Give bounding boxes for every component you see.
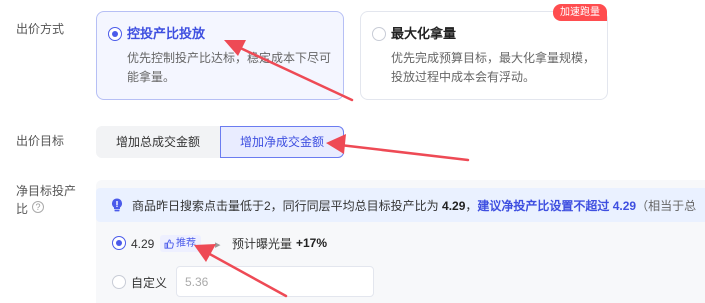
lightbulb-icon — [112, 198, 122, 212]
option-desc-max-volume: 优先完成预算目标，最大化拿量规模， 投放过程中成本会有浮动。 — [391, 51, 596, 84]
radio-roi-control[interactable] — [108, 27, 122, 41]
exposure-label: 预计曝光量 — [232, 237, 293, 251]
bid-method-label: 出价方式 — [16, 22, 65, 36]
tip-bar: 商品昨日搜索点击量低于2，同行同层平均总目标投产比为 4.29，建议净投产比设置… — [96, 188, 705, 222]
custom-roi-input[interactable] — [176, 266, 374, 297]
segment-total-gmv[interactable]: 增加总成交金额 — [96, 126, 220, 158]
separator-dot: ▸ — [215, 239, 221, 251]
net-roi-label: 净目标投产 比 — [16, 184, 77, 216]
option-card-roi-control[interactable]: 控投产比投放 优先控制投产比达标，稳定成本下尽可 能拿量。 — [96, 11, 344, 100]
radio-custom-roi[interactable] — [112, 275, 126, 289]
segment-net-gmv[interactable]: 增加净成交金额 — [220, 126, 344, 158]
radio-recommended-roi[interactable] — [112, 236, 126, 250]
custom-roi-label: 自定义 — [131, 276, 168, 290]
tip-text: 商品昨日搜索点击量低于2，同行同层平均总目标投产比为 4.29，建议净投产比设置… — [132, 199, 697, 213]
recommended-roi-value: 4.29 — [131, 237, 155, 251]
tip-value: 4.29 — [442, 199, 466, 213]
bid-target-label: 出价目标 — [16, 134, 65, 148]
thumbs-up-icon — [164, 239, 174, 249]
tip-suggestion: 建议净投产比设置不超过 4.29 — [477, 199, 637, 213]
recommend-tag: 推荐 — [160, 235, 201, 252]
accelerate-badge: 加速跑量 — [553, 4, 607, 21]
option-desc-roi-control: 优先控制投产比达标，稳定成本下尽可 能拿量。 — [127, 51, 332, 84]
exposure-value: +17% — [296, 236, 328, 250]
option-card-max-volume[interactable]: 最大化拿量 优先完成预算目标，最大化拿量规模， 投放过程中成本会有浮动。 加速跑… — [360, 4, 608, 100]
radio-max-volume[interactable] — [372, 27, 386, 41]
option-title-roi-control: 控投产比投放 — [127, 26, 206, 41]
option-title-max-volume: 最大化拿量 — [391, 26, 457, 41]
help-icon[interactable]: ? — [32, 201, 44, 213]
